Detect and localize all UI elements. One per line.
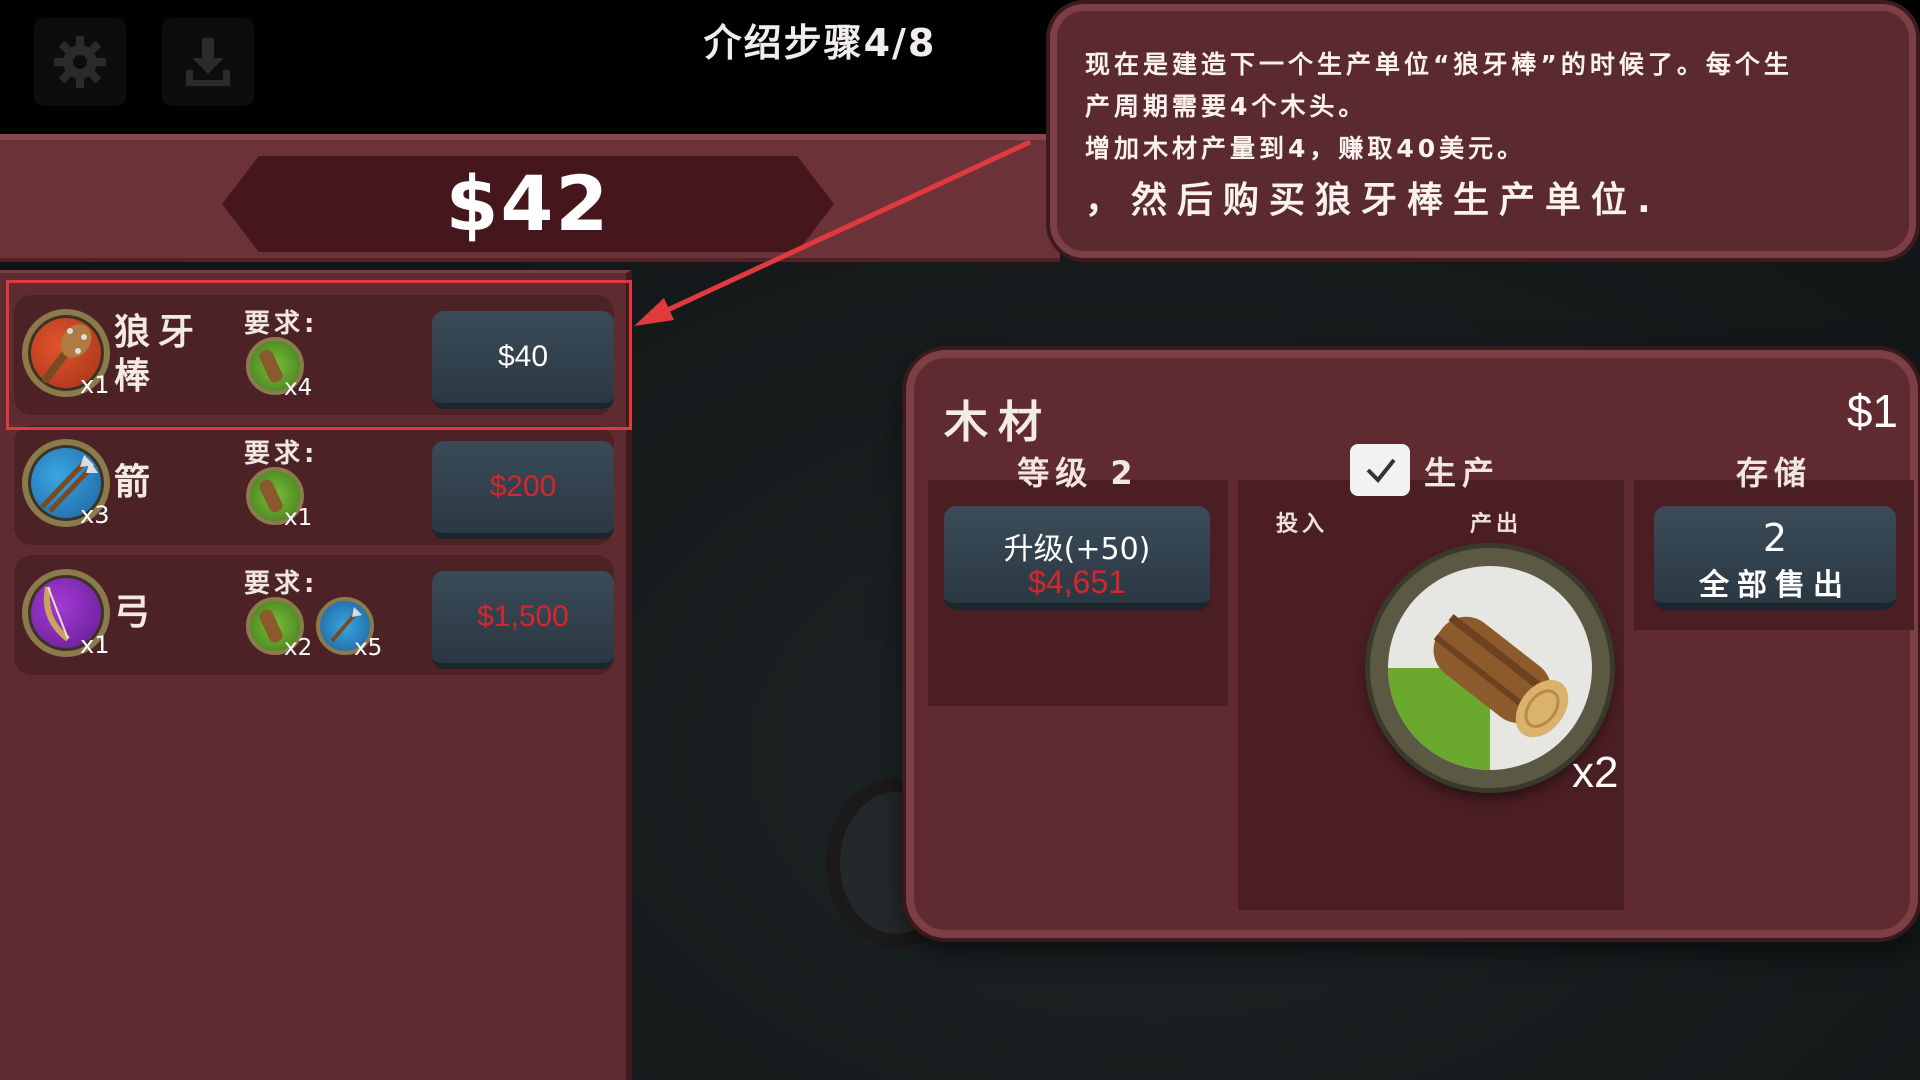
shop-item-arrow: x3 箭 要求: x1 $200 [14,425,614,545]
item-name: 箭 [114,462,159,503]
buy-bow-button[interactable]: $1,500 [432,571,614,669]
item-output-count: x1 [80,631,110,659]
panel-title: 木材 [944,397,1052,448]
buy-arrow-button[interactable]: $200 [432,441,614,539]
check-icon [1366,458,1396,483]
game-screen: 介绍步骤4/8 $42 x1 狼牙棒 要求: x4 $40 x3 箭 要求: x… [0,0,1920,1080]
production-label: 生产 [1424,454,1501,492]
sell-all-label: 全部售出 [1699,568,1851,603]
output-label: 产出 [1470,512,1523,537]
upgrade-button[interactable]: 升级(+50) $4,651 [944,506,1210,610]
requirement-count: x5 [354,635,383,661]
wood-production-panel: 木材 $1 等级 2 升级(+50) $4,651 生产 投入 产出 x2 存储… [906,350,1918,938]
gear-icon [54,36,106,88]
unit-price: $1 [1846,385,1898,437]
production-toggle-checkbox[interactable] [1350,444,1410,496]
tutorial-step-title: 介绍步骤4/8 [703,21,937,65]
input-label: 投入 [1276,512,1329,537]
output-count: x2 [1572,748,1619,797]
requirement-label: 要求: [244,439,319,469]
tooltip-line: 增加木材产量到4，赚取40美元。 [1085,134,1527,163]
tooltip-line: 现在是建造下一个生产单位“狼牙棒”的时候了。每个生 [1085,50,1793,79]
settings-button[interactable] [34,18,126,106]
requirement-label: 要求: [244,569,319,599]
shop-item-bow: x1 弓 要求: x2 x5 $1,500 [14,555,614,675]
tooltip-line: ，然后购买狼牙棒生产单位. [1085,180,1661,221]
tutorial-highlight-box [6,280,632,430]
item-output-count: x3 [80,501,110,529]
tooltip-line: 产周期需要4个木头。 [1085,92,1368,121]
requirement-count: x1 [284,505,313,531]
tutorial-pointer-arrow [634,139,1032,326]
sell-all-button[interactable]: 2 全部售出 [1654,506,1896,610]
download-icon [186,38,230,86]
item-name: 弓 [114,592,159,633]
upgrade-cost: $4,651 [1028,564,1126,600]
upgrade-label: 升级(+50) [1003,532,1151,567]
storage-label: 存储 [1735,454,1812,492]
save-button[interactable] [162,18,254,106]
storage-quantity: 2 [1762,516,1788,560]
requirement-count: x2 [284,635,313,661]
level-label: 等级 2 [1017,454,1139,492]
tutorial-tooltip: 现在是建造下一个生产单位“狼牙棒”的时候了。每个生 产周期需要4个木头。 增加木… [1050,4,1916,258]
